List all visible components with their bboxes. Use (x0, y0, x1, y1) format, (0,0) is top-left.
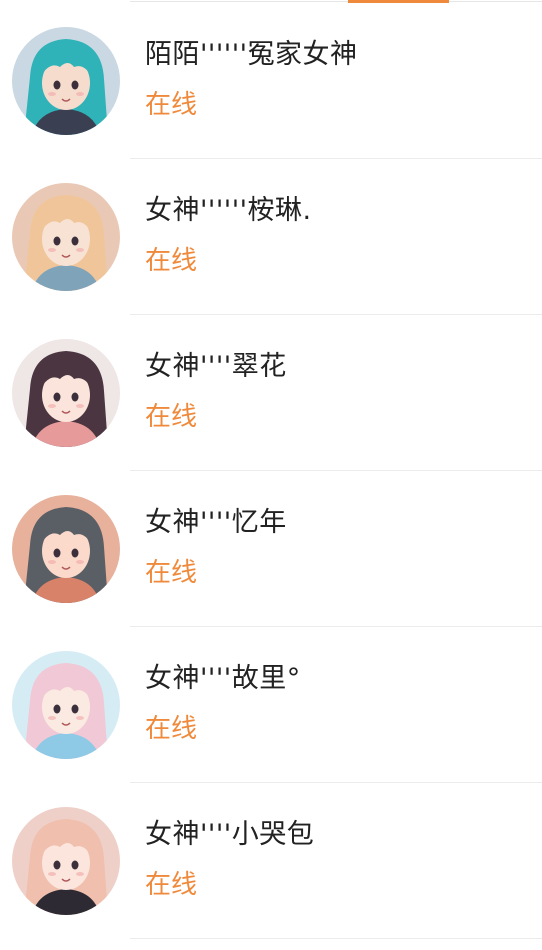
anime-avatar-gray-hair (12, 495, 120, 603)
contact-name: 女神''''忆年 (145, 507, 287, 538)
avatar[interactable] (12, 495, 120, 603)
online-status: 在线 (145, 870, 198, 900)
contact-row[interactable]: 女神''''翠花 在线 (0, 315, 542, 471)
contact-list: 陌陌''''''冤家女神 在线 女神''''''桉琳. 在线 女神''''翠花 … (0, 3, 542, 939)
contact-row[interactable]: 女神''''忆年 在线 (0, 471, 542, 627)
avatar[interactable] (12, 183, 120, 291)
anime-avatar-teal-twintails (12, 27, 120, 135)
anime-avatar-pink-hair (12, 651, 120, 759)
contact-row[interactable]: 女神''''''桉琳. 在线 (0, 159, 542, 315)
online-status: 在线 (145, 246, 198, 276)
contact-name: 女神''''翠花 (145, 351, 287, 382)
contact-name: 女神''''''桉琳. (145, 195, 312, 226)
contact-name: 陌陌''''''冤家女神 (145, 39, 358, 70)
avatar[interactable] (12, 651, 120, 759)
row-divider (130, 938, 542, 939)
contact-row[interactable]: 陌陌''''''冤家女神 在线 (0, 3, 542, 159)
online-status: 在线 (145, 90, 198, 120)
anime-avatar-pink-blonde (12, 807, 120, 915)
anime-avatar-blonde (12, 183, 120, 291)
contact-name: 女神''''小哭包 (145, 819, 315, 850)
online-status: 在线 (145, 402, 198, 432)
avatar[interactable] (12, 807, 120, 915)
online-status: 在线 (145, 714, 198, 744)
contact-row[interactable]: 女神''''小哭包 在线 (0, 783, 542, 939)
contact-name: 女神''''故里° (145, 663, 301, 694)
avatar[interactable] (12, 27, 120, 135)
top-divider (130, 1, 542, 2)
avatar[interactable] (12, 339, 120, 447)
online-status: 在线 (145, 558, 198, 588)
contact-row[interactable]: 女神''''故里° 在线 (0, 627, 542, 783)
anime-avatar-brown-smile (12, 339, 120, 447)
